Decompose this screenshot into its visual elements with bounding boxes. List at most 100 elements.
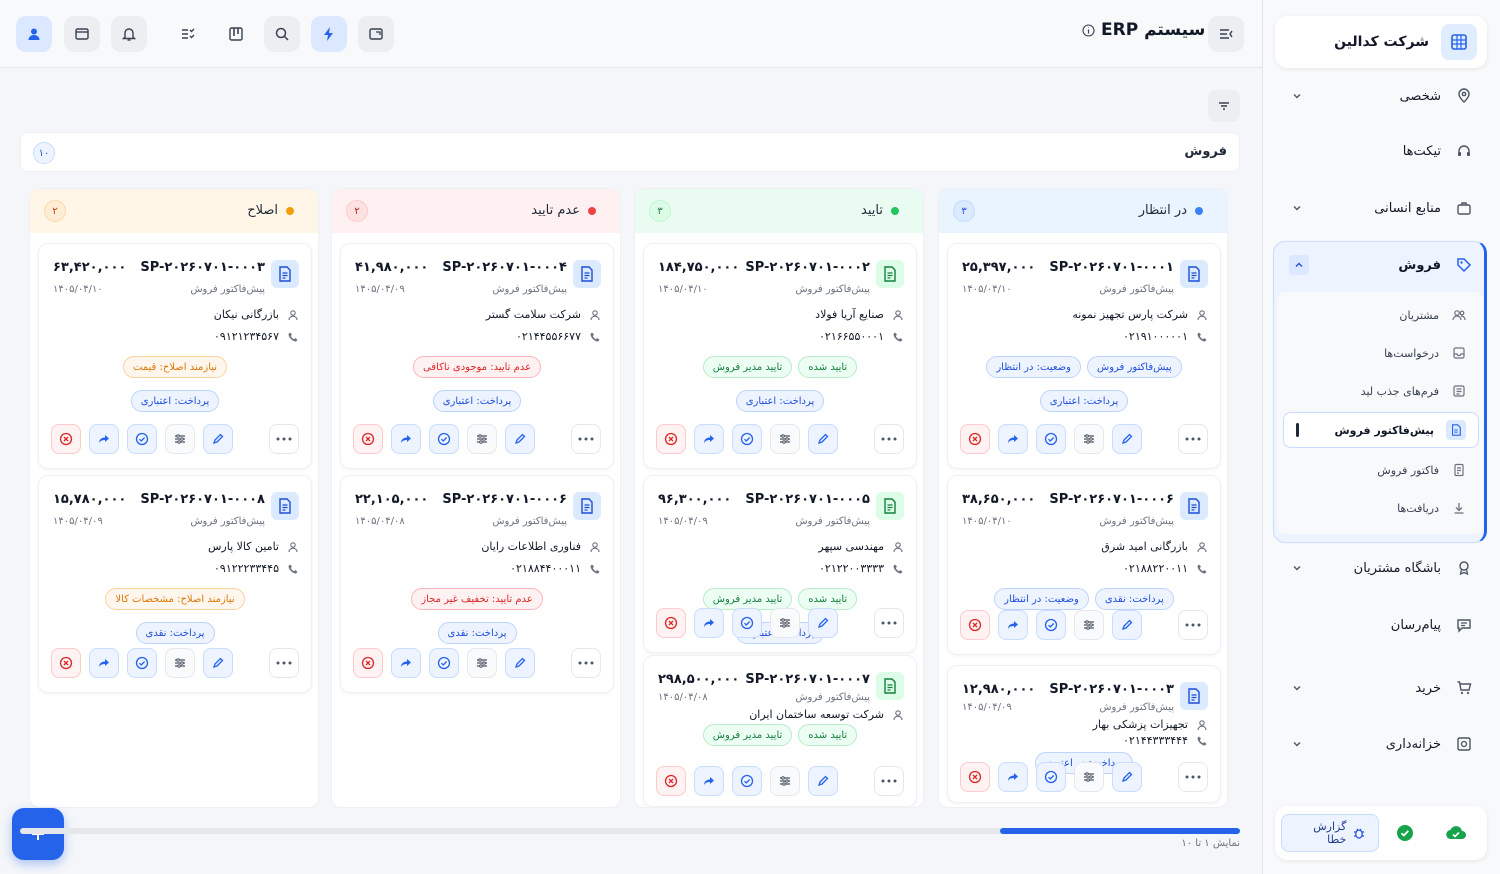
- forward-button[interactable]: [89, 648, 119, 678]
- sidebar-item-hr[interactable]: منابع انسانی: [1275, 188, 1487, 228]
- more-button[interactable]: [1178, 610, 1208, 640]
- sidebar-item-tickets[interactable]: تیکت‌ها: [1275, 131, 1487, 171]
- more-button[interactable]: [571, 648, 601, 678]
- filter-button[interactable]: [1208, 90, 1240, 122]
- tasks-button[interactable]: [170, 16, 206, 52]
- chevron-up-icon[interactable]: [1289, 255, 1309, 275]
- sidebar-subitem-receipts[interactable]: دریافت‌ها: [1283, 490, 1479, 526]
- profile-button[interactable]: [16, 16, 52, 52]
- reject-button[interactable]: [960, 610, 990, 640]
- approve-button[interactable]: [1036, 762, 1066, 792]
- approve-button[interactable]: [429, 424, 459, 454]
- approve-button[interactable]: [1036, 424, 1066, 454]
- proforma-card[interactable]: SP-۲۰۲۶۰۷۰۱-۰۰۰۸ ۱۵,۷۸۰,۰۰۰ پیش‌فاکتور فرو…: [38, 475, 312, 693]
- more-button[interactable]: [874, 424, 904, 454]
- reject-button[interactable]: [960, 762, 990, 792]
- search-button[interactable]: [264, 16, 300, 52]
- approve-button[interactable]: [1036, 610, 1066, 640]
- edit-button[interactable]: [203, 424, 233, 454]
- edit-button[interactable]: [1112, 424, 1142, 454]
- reject-button[interactable]: [51, 424, 81, 454]
- forward-button[interactable]: [694, 766, 724, 796]
- sidebar-subitem-invoice[interactable]: فاکتور فروش: [1283, 452, 1479, 488]
- chevron-down-icon[interactable]: [1289, 680, 1305, 696]
- reject-button[interactable]: [960, 424, 990, 454]
- kanban-button[interactable]: [218, 16, 254, 52]
- more-button[interactable]: [1178, 762, 1208, 792]
- proforma-card[interactable]: SP-۲۰۲۶۰۷۰۱-۰۰۰۳ ۶۳,۴۲۰,۰۰۰ پیش‌فاکتور فرو…: [38, 243, 312, 469]
- reject-button[interactable]: [353, 648, 383, 678]
- reject-button[interactable]: [353, 424, 383, 454]
- sidebar-item-sales[interactable]: فروش: [1275, 245, 1487, 285]
- more-button[interactable]: [1178, 424, 1208, 454]
- sidebar-item-messenger[interactable]: پیام‌رسان: [1275, 605, 1487, 645]
- forward-button[interactable]: [391, 424, 421, 454]
- more-button[interactable]: [269, 424, 299, 454]
- sidebar-item-personal[interactable]: شخصی: [1275, 76, 1487, 116]
- add-button[interactable]: [12, 808, 64, 860]
- more-button[interactable]: [571, 424, 601, 454]
- approve-button[interactable]: [127, 648, 157, 678]
- edit-button[interactable]: [1112, 762, 1142, 792]
- reject-button[interactable]: [51, 648, 81, 678]
- error-report-button[interactable]: گزارش خطا: [1281, 814, 1380, 852]
- sidebar-item-loyalty[interactable]: باشگاه مشتریان: [1275, 548, 1487, 588]
- forward-button[interactable]: [694, 424, 724, 454]
- sidebar-subitem-lead-forms[interactable]: فرم‌های جذب لید: [1283, 373, 1479, 409]
- forward-button[interactable]: [998, 610, 1028, 640]
- more-button[interactable]: [874, 608, 904, 638]
- reject-button[interactable]: [656, 608, 686, 638]
- approve-button[interactable]: [127, 424, 157, 454]
- proforma-card[interactable]: SP-۲۰۲۶۰۷۰۱-۰۰۰۲ ۱۸۴,۷۵۰,۰۰۰ پیش‌فاکتور فر…: [643, 243, 917, 469]
- proforma-card[interactable]: SP-۲۰۲۶۰۷۰۱-۰۰۰۵ ۹۶,۳۰۰,۰۰۰ پیش‌فاکتور فرو…: [643, 475, 917, 653]
- reject-button[interactable]: [656, 424, 686, 454]
- sidebar-toggle-button[interactable]: [1208, 16, 1244, 52]
- chevron-down-icon[interactable]: [1289, 736, 1305, 752]
- adjust-button[interactable]: [770, 766, 800, 796]
- sidebar-item-treasury[interactable]: خزانه‌داری: [1275, 724, 1487, 764]
- scrollbar-thumb[interactable]: [1000, 828, 1240, 834]
- chevron-down-icon[interactable]: [1289, 560, 1305, 576]
- info-icon[interactable]: [1082, 23, 1095, 37]
- proforma-card[interactable]: SP-۲۰۲۶۰۷۰۱-۰۰۰۴ ۴۱,۹۸۰,۰۰۰ پیش‌فاکتور فرو…: [340, 243, 614, 469]
- sidebar-subitem-requests[interactable]: درخواست‌ها: [1283, 335, 1479, 371]
- fullscreen-button[interactable]: [358, 16, 394, 52]
- reject-button[interactable]: [656, 766, 686, 796]
- adjust-button[interactable]: [1074, 762, 1104, 792]
- adjust-button[interactable]: [770, 424, 800, 454]
- horizontal-scrollbar[interactable]: [20, 828, 1240, 834]
- adjust-button[interactable]: [770, 608, 800, 638]
- edit-button[interactable]: [1112, 610, 1142, 640]
- more-button[interactable]: [874, 766, 904, 796]
- chevron-down-icon[interactable]: [1289, 88, 1305, 104]
- forward-button[interactable]: [998, 762, 1028, 792]
- sidebar-subitem-customers[interactable]: مشتریان: [1283, 297, 1479, 333]
- edit-button[interactable]: [808, 608, 838, 638]
- forward-button[interactable]: [998, 424, 1028, 454]
- adjust-button[interactable]: [467, 648, 497, 678]
- edit-button[interactable]: [505, 648, 535, 678]
- proforma-card[interactable]: SP-۲۰۲۶۰۷۰۱-۰۰۰۱ ۲۵,۳۹۷,۰۰۰ پیش‌فاکتور فرو…: [947, 243, 1221, 469]
- sync-status[interactable]: [1431, 814, 1481, 852]
- proforma-card[interactable]: SP-۲۰۲۶۰۷۰۱-۰۰۰۶ ۳۸,۶۵۰,۰۰۰ پیش‌فاکتور فرو…: [947, 475, 1221, 655]
- edit-button[interactable]: [808, 424, 838, 454]
- adjust-button[interactable]: [165, 648, 195, 678]
- sidebar-item-purchase[interactable]: خرید: [1275, 668, 1487, 708]
- adjust-button[interactable]: [165, 424, 195, 454]
- proforma-card[interactable]: SP-۲۰۲۶۰۷۰۱-۰۰۰۷ ۲۹۸,۵۰۰,۰۰۰ پیش‌فاکتور فر…: [643, 655, 917, 807]
- forward-button[interactable]: [694, 608, 724, 638]
- company-switcher[interactable]: شرکت کدالین: [1275, 16, 1487, 68]
- more-button[interactable]: [269, 648, 299, 678]
- approve-button[interactable]: [732, 608, 762, 638]
- sidebar-subitem-proforma[interactable]: پیش‌فاکتور فروش: [1283, 412, 1479, 448]
- approve-button[interactable]: [732, 766, 762, 796]
- notifications-button[interactable]: [111, 16, 147, 52]
- proforma-card[interactable]: SP-۲۰۲۶۰۷۰۱-۰۰۰۶ ۲۲,۱۰۵,۰۰۰ پیش‌فاکتور فرو…: [340, 475, 614, 693]
- edit-button[interactable]: [808, 766, 838, 796]
- approve-button[interactable]: [429, 648, 459, 678]
- approve-button[interactable]: [732, 424, 762, 454]
- proforma-card[interactable]: SP-۲۰۲۶۰۷۰۱-۰۰۰۳ ۱۲,۹۸۰,۰۰۰ پیش‌فاکتور فرو…: [947, 665, 1221, 803]
- adjust-button[interactable]: [467, 424, 497, 454]
- adjust-button[interactable]: [1074, 424, 1104, 454]
- chevron-down-icon[interactable]: [1289, 200, 1305, 216]
